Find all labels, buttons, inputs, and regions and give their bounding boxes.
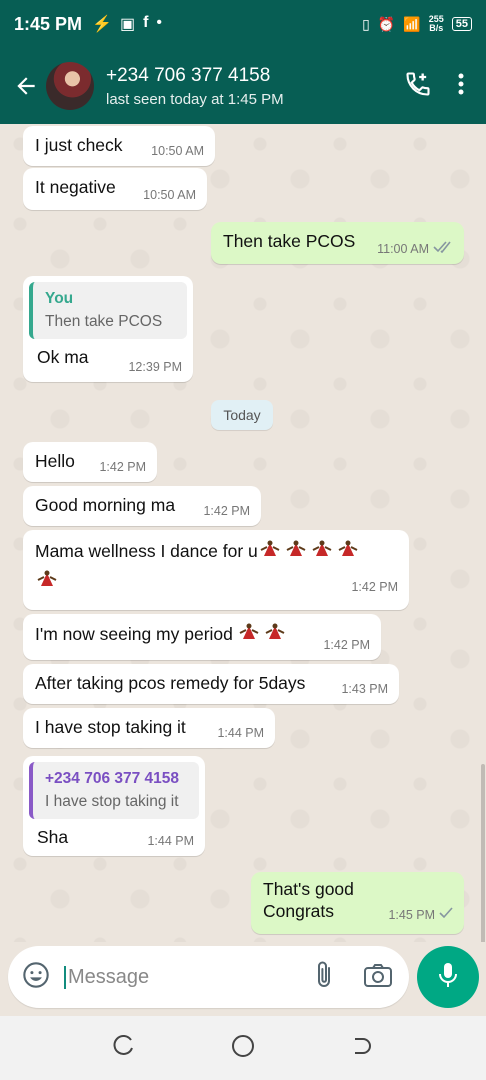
message-bubble[interactable]: Good morning ma 1:42 PM xyxy=(23,486,261,526)
message-text: Hello xyxy=(35,451,75,471)
message-text: Then take PCOS xyxy=(223,231,356,251)
double-check-icon xyxy=(433,241,453,256)
chat-header: +234 706 377 4158 last seen today at 1:4… xyxy=(0,48,486,124)
message-time: 1:45 PM xyxy=(388,908,435,922)
contact-info[interactable]: +234 706 377 4158 last seen today at 1:4… xyxy=(106,65,284,108)
attach-icon[interactable] xyxy=(313,960,335,995)
mic-icon xyxy=(437,961,459,994)
message-text: After taking pcos remedy for 5days xyxy=(35,673,306,693)
system-nav-bar xyxy=(0,1016,486,1080)
message-text: I just check xyxy=(35,135,123,155)
dancer-emoji xyxy=(284,539,308,559)
vibrate-icon: ▯ xyxy=(362,15,370,32)
home-icon[interactable] xyxy=(231,1034,255,1063)
dot-icon: • xyxy=(156,14,163,31)
message-bubble[interactable]: +234 706 377 4158 I have stop taking it … xyxy=(23,756,205,856)
dancer-emoji xyxy=(310,539,334,559)
message-time: 1:44 PM xyxy=(217,726,264,740)
message-time: 1:42 PM xyxy=(351,580,398,594)
facebook-icon: f xyxy=(143,14,149,31)
emoji-icon[interactable] xyxy=(22,961,50,994)
message-bubble[interactable]: Mama wellness I dance for u 1:42 PM xyxy=(23,530,409,610)
message-bubble[interactable]: It negative 10:50 AM xyxy=(23,168,207,210)
alarm-icon: ⏰ xyxy=(377,15,396,32)
quoted-message[interactable]: +234 706 377 4158 I have stop taking it xyxy=(29,762,199,819)
back-arrow-icon[interactable] xyxy=(8,68,44,104)
message-text: Sha xyxy=(37,827,69,847)
message-bubble[interactable]: I'm now seeing my period 1:42 PM xyxy=(23,614,381,660)
back-nav-icon[interactable] xyxy=(351,1035,373,1062)
camera-icon[interactable] xyxy=(363,962,393,993)
pi-icon: ▣ xyxy=(119,16,136,33)
message-bubble[interactable]: You Then take PCOS Ok ma 12:39 PM xyxy=(23,276,193,382)
dancer-emoji xyxy=(263,623,287,643)
message-composer: Message xyxy=(8,946,409,1008)
contact-avatar[interactable] xyxy=(46,62,94,110)
more-options-icon[interactable] xyxy=(458,72,464,101)
quote-author: You xyxy=(45,290,74,307)
chat-area[interactable]: I just check 10:50 AM It negative 10:50 … xyxy=(0,124,486,942)
battery-icon: 55 xyxy=(451,17,472,31)
contact-name: +234 706 377 4158 xyxy=(106,64,271,86)
message-time: 1:42 PM xyxy=(323,638,370,652)
message-time: 1:42 PM xyxy=(203,504,250,518)
dancer-emoji xyxy=(336,539,360,559)
message-bubble[interactable]: Then take PCOS 11:00 AM xyxy=(211,222,464,264)
dancer-emoji-group xyxy=(237,623,289,644)
message-text: I have stop taking it xyxy=(35,717,186,737)
message-text: Mama wellness I dance for u xyxy=(35,541,258,561)
message-bubble[interactable]: Hello 1:42 PM xyxy=(23,442,157,482)
date-divider: Today xyxy=(211,400,273,430)
recent-apps-icon[interactable] xyxy=(113,1034,135,1062)
message-text: It negative xyxy=(35,177,116,197)
dancer-emoji xyxy=(237,623,261,643)
message-time: 10:50 AM xyxy=(151,144,204,158)
message-time: 1:43 PM xyxy=(341,682,388,696)
message-text: Ok ma xyxy=(37,347,89,367)
single-check-icon xyxy=(439,904,453,926)
status-notification-icons: ⚡ ▣ f • xyxy=(92,14,162,34)
dancer-emoji xyxy=(35,569,59,589)
message-time: 10:50 AM xyxy=(143,188,196,202)
message-time: 12:39 PM xyxy=(128,360,182,374)
scrollbar[interactable] xyxy=(481,764,485,942)
status-time: 1:45 PM xyxy=(14,13,83,34)
quote-author: +234 706 377 4158 xyxy=(45,770,180,787)
message-bubble[interactable]: I just check 10:50 AM xyxy=(23,126,215,166)
message-time: 1:44 PM xyxy=(147,834,194,848)
bolt-icon: ⚡ xyxy=(92,16,112,33)
net-speed: 255 B/s xyxy=(428,14,444,33)
message-bubble[interactable]: I have stop taking it 1:44 PM xyxy=(23,708,275,748)
wifi-icon: 📶 xyxy=(403,15,421,32)
message-time: 1:42 PM xyxy=(99,460,146,474)
mic-button[interactable] xyxy=(417,946,479,1008)
status-bar: 1:45 PM ⚡ ▣ f • ▯ ⏰ 📶 255 B/s 55 xyxy=(0,0,486,48)
quote-text: I have stop taking it xyxy=(45,793,179,810)
message-text: Good morning ma xyxy=(35,495,176,515)
dancer-emoji xyxy=(258,539,282,559)
message-input[interactable]: Message xyxy=(64,965,313,989)
message-time: 11:00 AM xyxy=(377,241,429,256)
message-bubble[interactable]: After taking pcos remedy for 5days 1:43 … xyxy=(23,664,399,704)
message-bubble[interactable]: That's good Congrats 1:45 PM xyxy=(251,872,464,934)
message-text: That's good xyxy=(263,879,354,899)
quote-text: Then take PCOS xyxy=(45,313,163,330)
add-call-icon[interactable] xyxy=(404,70,432,103)
message-text: I'm now seeing my period xyxy=(35,624,233,644)
quoted-message[interactable]: You Then take PCOS xyxy=(29,282,187,339)
last-seen: last seen today at 1:45 PM xyxy=(106,90,284,108)
